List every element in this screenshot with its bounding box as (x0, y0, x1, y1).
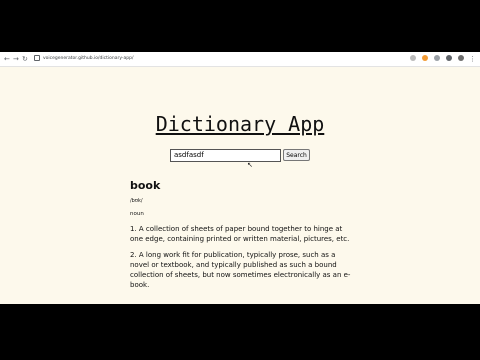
reload-icon[interactable]: ↻ (22, 54, 28, 64)
mouse-cursor-icon: ↖ (247, 161, 253, 169)
result-part-of-speech: noun (130, 211, 144, 217)
result-panel: book /bʊk/ noun 1. A collection of sheet… (130, 179, 355, 296)
search-input[interactable] (170, 149, 281, 162)
definition-item: 2. A long work fit for publication, typi… (130, 251, 351, 289)
back-icon[interactable]: ← (4, 54, 10, 64)
forward-icon[interactable]: → (13, 54, 19, 64)
address-bar[interactable]: voicegenerator.github.io/dictionary-app/ (34, 54, 404, 64)
url-text: voicegenerator.github.io/dictionary-app/ (43, 56, 134, 61)
extension-icon[interactable] (434, 55, 440, 61)
result-phonetic: /bʊk/ (130, 198, 143, 204)
search-button[interactable]: Search (283, 149, 310, 161)
browser-screen: ← → ↻ voicegenerator.github.io/dictionar… (0, 52, 480, 304)
definition-item: 1. A collection of sheets of paper bound… (130, 225, 350, 243)
extension-icon[interactable] (410, 55, 416, 61)
lock-icon (34, 54, 40, 61)
result-word: book (130, 179, 161, 192)
menu-icon[interactable]: ⋮ (469, 54, 476, 64)
extension-icon[interactable] (422, 55, 428, 61)
extensions-puzzle-icon[interactable] (446, 55, 452, 61)
profile-avatar[interactable] (458, 55, 464, 61)
browser-toolbar: ← → ↻ voicegenerator.github.io/dictionar… (0, 52, 480, 67)
page-title: Dictionary App (155, 112, 325, 136)
